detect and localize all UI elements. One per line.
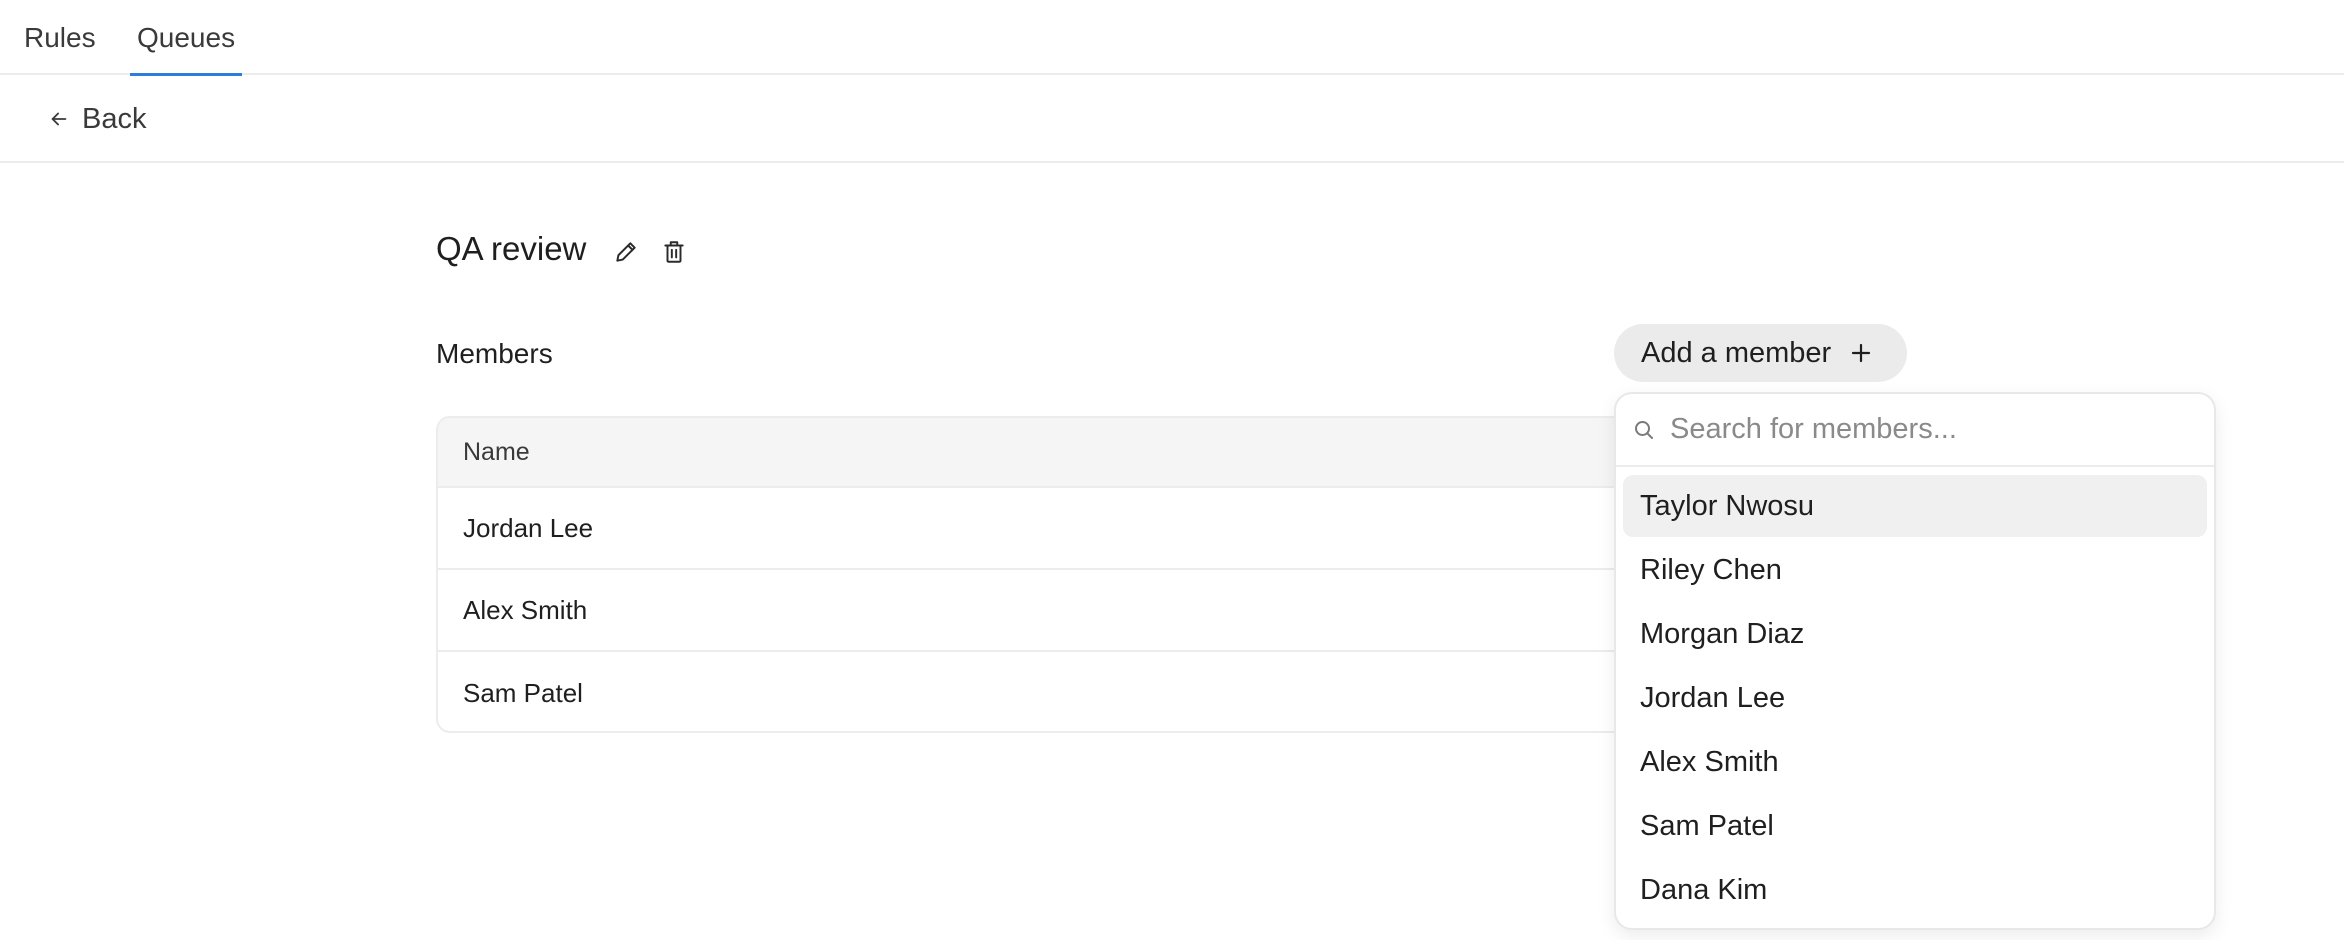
members-heading: Members (436, 338, 553, 369)
member-search-dropdown: Taylor Nwosu Riley Chen Morgan Diaz Jord… (1614, 392, 2216, 930)
page-title: QA review (436, 230, 587, 267)
table-row: Sam Patel (463, 677, 583, 708)
member-option[interactable]: Jordan Lee (1623, 667, 2207, 729)
tab-bar: Rules Queues (0, 0, 2344, 76)
search-icon (1635, 420, 1653, 439)
member-option[interactable]: Alex Smith (1623, 731, 2207, 793)
back-label: Back (82, 102, 147, 135)
member-option[interactable]: Dana Kim (1623, 859, 2207, 921)
member-option[interactable]: Sam Patel (1623, 795, 2207, 857)
delete-button[interactable] (657, 235, 691, 269)
pencil-icon (616, 242, 636, 262)
back-bar: Back (0, 75, 2344, 163)
member-option[interactable]: Riley Chen (1623, 539, 2207, 601)
add-member-button[interactable]: Add a member (1614, 324, 1907, 382)
arrow-left-icon (51, 112, 67, 126)
member-option[interactable]: Morgan Diaz (1623, 603, 2207, 665)
app-frame: Rules Queues Back QA review Members Add … (0, 0, 2344, 940)
members-table: Name Jordan Lee Alex Smith Sam Patel (436, 416, 1736, 733)
table-header-name: Name (438, 418, 1734, 488)
search-row (1616, 394, 2214, 467)
table-row: Alex Smith (438, 570, 1734, 652)
plus-icon (1852, 343, 1871, 363)
edit-button[interactable] (609, 235, 643, 269)
trash-icon (664, 241, 684, 263)
tab-queues[interactable]: Queues (130, 0, 243, 76)
back-button[interactable]: Back (48, 99, 146, 139)
member-option[interactable]: Taylor Nwosu (1623, 475, 2207, 537)
table-row: Jordan Lee (438, 488, 1734, 570)
member-search-input[interactable] (1670, 413, 2190, 446)
tab-rules[interactable]: Rules (24, 0, 96, 75)
member-options-list: Taylor Nwosu Riley Chen Morgan Diaz Jord… (1616, 467, 2214, 931)
add-member-label: Add a member (1641, 336, 1832, 369)
